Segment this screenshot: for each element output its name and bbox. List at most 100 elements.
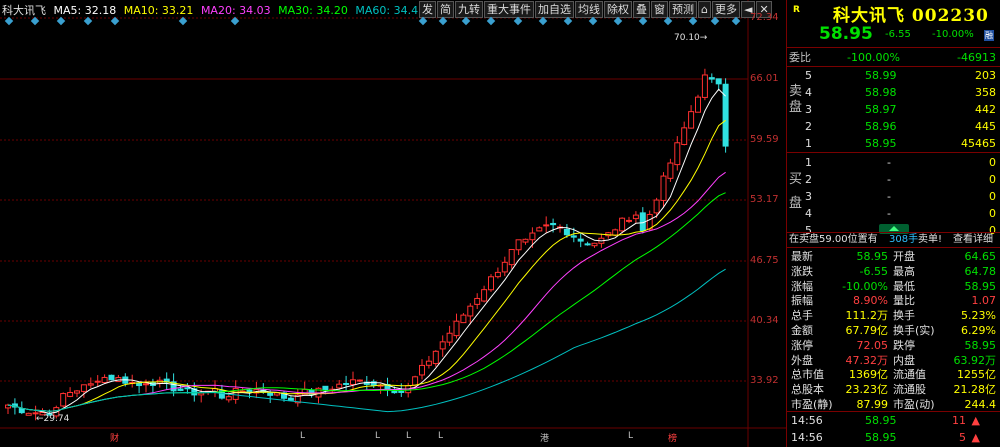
- candle-body: [646, 213, 653, 230]
- candle-body: [674, 142, 681, 166]
- candle-body: [67, 391, 74, 397]
- order-notice[interactable]: 在卖盘59.00位置有 308手 卖单! 查看详细: [787, 231, 1000, 248]
- candle-body: [60, 393, 67, 407]
- candle-body: [681, 127, 688, 145]
- candle-body: [184, 387, 191, 390]
- level: 1: [805, 156, 812, 169]
- chart-toolbar: 发 简 九转 重大事件 加自选 均线 除权 叠 窗 预测 ⌂ 更多 ◄ ✕: [419, 1, 773, 18]
- toolbar-ma-button[interactable]: 均线: [575, 1, 603, 18]
- price-line: 58.95 -6.55 -10.00% 融: [787, 24, 1000, 46]
- up-arrow-icon: ▲: [971, 431, 980, 444]
- toolbar-window-button[interactable]: 窗: [651, 1, 668, 18]
- candle-body: [460, 314, 467, 324]
- candle-body: [432, 350, 439, 365]
- margin-badge: 融: [984, 30, 994, 41]
- candle-body: [343, 382, 350, 385]
- toolbar-overlay-button[interactable]: 叠: [633, 1, 650, 18]
- candle-body: [494, 271, 501, 278]
- candle-body: [695, 96, 701, 113]
- ma30-value: MA30: 34.20: [278, 4, 348, 17]
- bid-volume: 0: [989, 156, 996, 169]
- sell-level-row: 2 58.96 445: [787, 118, 1000, 135]
- event-marker[interactable]: L: [375, 431, 380, 441]
- candle-body: [336, 383, 343, 389]
- candle-body: [529, 232, 536, 241]
- event-marker[interactable]: L: [438, 431, 443, 441]
- candle-body: [591, 242, 598, 247]
- candle-body: [543, 224, 550, 227]
- candle-body: [536, 227, 543, 232]
- candle-body: [632, 214, 639, 220]
- level: 4: [805, 207, 812, 220]
- ask-volume: 358: [975, 86, 996, 99]
- level: 3: [805, 190, 812, 203]
- sell-level-row: 1 58.95 45465: [787, 135, 1000, 152]
- candle-body: [563, 228, 570, 236]
- event-marker[interactable]: 港: [540, 431, 549, 444]
- kline-chart[interactable]: 科大讯飞 MA5: 32.18 MA10: 33.21 MA20: 34.03 …: [0, 0, 787, 447]
- candle-body: [108, 374, 115, 381]
- last-price: 58.95: [819, 24, 873, 44]
- high-annotation: 70.10→: [674, 33, 708, 43]
- candle-body: [612, 229, 619, 236]
- kline-plot[interactable]: [0, 0, 786, 447]
- candle-body: [667, 162, 674, 179]
- candle-body: [660, 175, 667, 201]
- candle-body: [198, 392, 205, 396]
- y-label: 46.75: [750, 255, 779, 266]
- ma60-value: MA60: 34.43: [355, 4, 426, 17]
- event-marker[interactable]: L: [406, 431, 411, 441]
- bid-volume: 0: [989, 173, 996, 186]
- y-label: 33.92: [750, 375, 779, 386]
- ma-line-ma5: [7, 88, 726, 414]
- candle-body: [619, 217, 626, 232]
- level: 5: [805, 69, 812, 82]
- level: 2: [805, 173, 812, 186]
- candle-body: [350, 379, 356, 385]
- view-detail-link[interactable]: 查看详细: [953, 231, 993, 248]
- divider: [787, 47, 1000, 48]
- toolbar-exright-button[interactable]: 除权: [604, 1, 632, 18]
- quote-panel: R 科大讯飞 002230 58.95 -6.55 -10.00% 融 委比 -…: [787, 0, 1000, 447]
- toolbar-forecast-button[interactable]: 预测: [669, 1, 697, 18]
- candle-body: [18, 408, 25, 414]
- buy-level-row: 3 - 0: [787, 188, 1000, 205]
- candle-body: [412, 376, 419, 386]
- toolbar-add-watchlist-button[interactable]: 加自选: [535, 1, 574, 18]
- event-marker[interactable]: 财: [110, 431, 119, 444]
- toolbar-more-button[interactable]: 更多: [711, 1, 740, 18]
- candle-body: [701, 74, 708, 98]
- candle-body: [439, 341, 446, 350]
- ask-price: 58.99: [865, 69, 897, 82]
- event-marker[interactable]: 榜: [668, 431, 677, 444]
- sell-level-row: 4 58.98 358: [787, 84, 1000, 101]
- toolbar-fa-button[interactable]: 发: [419, 1, 436, 18]
- tick-price: 58.95: [865, 431, 897, 444]
- ask-price: 58.98: [865, 86, 897, 99]
- bid-price: -: [887, 190, 891, 203]
- stock-name: 科大讯飞: [2, 4, 46, 17]
- candle-body: [467, 305, 474, 317]
- ask-price: 58.96: [865, 120, 897, 133]
- ma5-value: MA5: 32.18: [53, 4, 117, 17]
- candle-body: [550, 222, 557, 226]
- y-label: 40.34: [750, 315, 779, 326]
- price-change-pct: -10.00%: [932, 29, 974, 40]
- toolbar-jiuzhuan-button[interactable]: 九转: [455, 1, 483, 18]
- y-label: 53.17: [750, 194, 779, 205]
- y-label: 59.59: [750, 134, 779, 145]
- sell-level-row: 5 58.99 203: [787, 67, 1000, 84]
- up-arrow-icon: ▲: [971, 414, 980, 427]
- ma-legend: 科大讯飞 MA5: 32.18 MA10: 33.21 MA20: 34.03 …: [2, 2, 429, 18]
- event-marker[interactable]: L: [628, 431, 633, 441]
- home-icon[interactable]: ⌂: [698, 1, 711, 18]
- tick-time: 14:56: [791, 414, 823, 427]
- candle-body: [425, 360, 432, 366]
- candle-body: [74, 390, 80, 394]
- candle-body: [515, 239, 522, 251]
- toolbar-jian-button[interactable]: 简: [437, 1, 454, 18]
- bid-volume: 0: [989, 190, 996, 203]
- tick-volume: 5: [959, 431, 966, 444]
- toolbar-major-events-button[interactable]: 重大事件: [484, 1, 534, 18]
- event-marker[interactable]: L: [300, 431, 305, 441]
